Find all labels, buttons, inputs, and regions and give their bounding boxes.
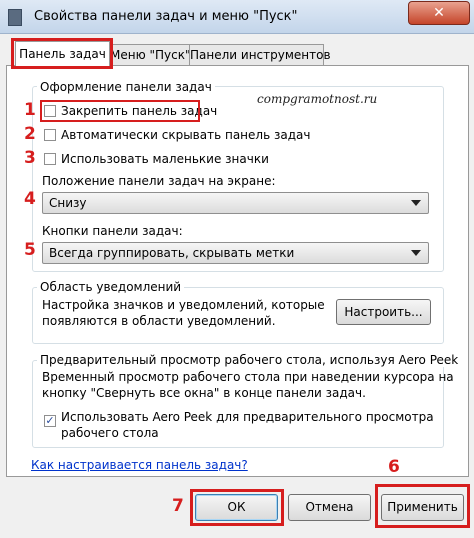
taskbar-position-select[interactable]: Снизу <box>42 192 429 214</box>
notification-area-text-line: Настройка значков и уведомлений, которые <box>42 298 325 312</box>
marker-3: 3 <box>24 148 36 168</box>
customize-button[interactable]: Настроить... <box>336 299 431 325</box>
notification-area-title: Область уведомлений <box>37 280 185 294</box>
dropdown-arrow-icon <box>411 200 421 206</box>
window-title: Свойства панели задач и меню "Пуск" <box>34 9 298 24</box>
title-bar: Свойства панели задач и меню "Пуск" ✕ <box>0 0 474 34</box>
autohide-label[interactable]: Автоматически скрывать панель задач <box>61 128 310 142</box>
aero-peek-checkbox-label-line: рабочего стола <box>61 426 159 440</box>
aero-peek-checkbox[interactable]: ✓ <box>44 415 56 427</box>
aero-peek-checkbox-label[interactable]: Использовать Aero Peek для предварительн… <box>61 409 434 441</box>
taskbar-buttons-select[interactable]: Всегда группировать, скрывать метки <box>42 242 429 264</box>
taskbar-position-value: Снизу <box>49 196 87 210</box>
apply-highlight-box <box>375 484 470 528</box>
taskbar-position-label: Положение панели задач на экране: <box>42 174 276 188</box>
marker-7: 7 <box>172 496 184 516</box>
notification-area-description: Настройка значков и уведомлений, которые… <box>42 297 325 329</box>
marker-5: 5 <box>24 240 36 260</box>
aero-peek-title: Предварительный просмотр рабочего стола,… <box>37 353 462 367</box>
taskbar-appearance-title: Оформление панели задач <box>37 80 215 94</box>
aero-peek-checkbox-label-line: Использовать Aero Peek для предварительн… <box>61 410 434 424</box>
cancel-button[interactable]: Отмена <box>288 494 371 521</box>
close-button[interactable]: ✕ <box>408 1 470 25</box>
marker-4: 4 <box>24 189 36 209</box>
ok-highlight-box <box>190 489 284 526</box>
notification-area-text-line: появляются в области уведомлений. <box>42 314 276 328</box>
marker-6: 6 <box>388 457 400 477</box>
taskbar-buttons-value: Всегда группировать, скрывать метки <box>49 246 295 260</box>
marker-2: 2 <box>24 124 36 144</box>
small-icons-label[interactable]: Использовать маленькие значки <box>61 152 269 166</box>
aero-peek-text-line: кнопку "Свернуть все окна" в конце панел… <box>42 386 366 400</box>
taskbar-buttons-label: Кнопки панели задач: <box>42 224 183 238</box>
dropdown-arrow-icon <box>411 250 421 256</box>
tab-toolbars[interactable]: Панели инструментов <box>189 44 331 65</box>
autohide-checkbox[interactable] <box>44 129 56 141</box>
aero-peek-description: Временный просмотр рабочего стола при на… <box>42 369 454 401</box>
lock-taskbar-highlight <box>40 100 200 122</box>
aero-peek-text-line: Временный просмотр рабочего стола при на… <box>42 370 454 384</box>
window-app-icon <box>8 9 22 26</box>
small-icons-checkbox[interactable] <box>44 153 56 165</box>
tab-highlight-box <box>11 38 113 69</box>
marker-1: 1 <box>24 100 36 120</box>
tab-start-menu[interactable]: Меню "Пуск" <box>109 44 191 65</box>
help-link[interactable]: Как настраивается панель задач? <box>31 458 248 472</box>
watermark-text: compgramotnost.ru <box>257 92 378 106</box>
